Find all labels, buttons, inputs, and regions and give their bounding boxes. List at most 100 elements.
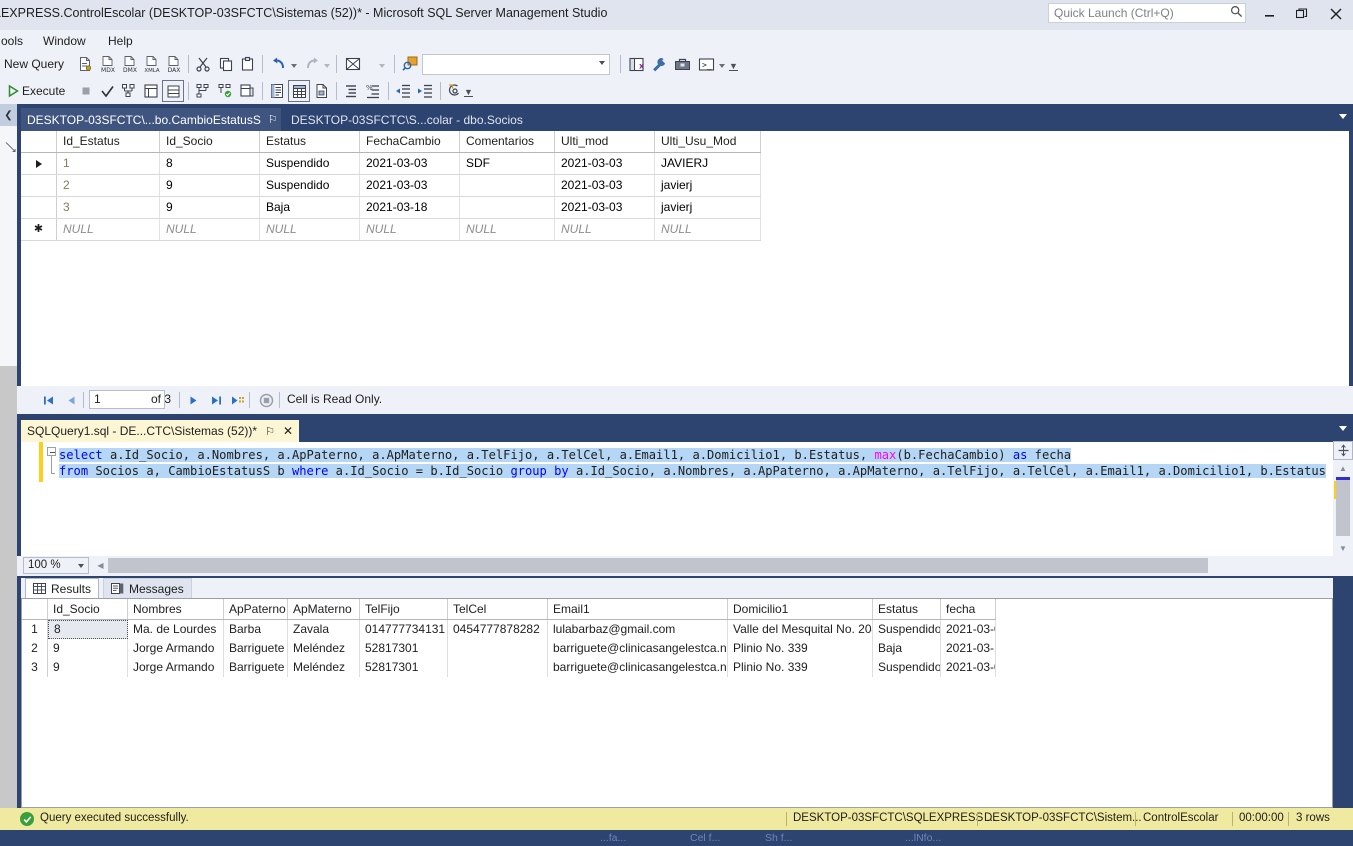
- results-cell-id-socio[interactable]: 8: [48, 620, 128, 639]
- pin-icon[interactable]: ⚐: [265, 425, 275, 438]
- column-header-ulti-mod[interactable]: Ulti_mod: [555, 131, 655, 152]
- chevron-down-icon[interactable]: [1339, 114, 1347, 119]
- results-cell-apmaterno[interactable]: Meléndez: [288, 658, 360, 677]
- editor-vertical-scrollbar[interactable]: ▲ ▼: [1333, 460, 1353, 556]
- previous-record-button[interactable]: [62, 391, 80, 409]
- results-cell-fecha[interactable]: 2021-03-18: [941, 639, 996, 658]
- cell-estatus[interactable]: NULL: [260, 219, 360, 240]
- results-column-telfijo[interactable]: TelFijo: [360, 599, 448, 619]
- results-row-number[interactable]: 1: [22, 620, 48, 639]
- results-column-telcel[interactable]: TelCel: [448, 599, 548, 619]
- sql-code-line-2[interactable]: from Socios a, CambioEstatusS b where a.…: [59, 463, 1326, 479]
- cell-comentarios[interactable]: [460, 175, 555, 196]
- results-to-text-icon[interactable]: [266, 80, 288, 102]
- cell-ulti-mod[interactable]: 2021-03-03: [555, 153, 655, 174]
- paste-icon[interactable]: [237, 53, 259, 75]
- cell-comentarios[interactable]: SDF: [460, 153, 555, 174]
- results-row[interactable]: 3 9 Jorge Armando Barriguete Meléndez 52…: [22, 658, 996, 677]
- undo-dropdown-arrow[interactable]: [291, 64, 297, 68]
- show-diagram-icon[interactable]: [342, 53, 364, 75]
- command-dropdown-arrow[interactable]: [719, 64, 725, 68]
- increase-indent-icon[interactable]: [414, 80, 436, 102]
- cell-ulti-usu-mod[interactable]: JAVIERJ: [655, 153, 761, 174]
- query-results-grid[interactable]: Id_Socio Nombres ApPaterno ApMaterno Tel…: [21, 598, 1333, 808]
- results-column-appaterno[interactable]: ApPaterno: [224, 599, 288, 619]
- results-row-number[interactable]: 3: [22, 658, 48, 677]
- results-to-grid-icon[interactable]: [288, 80, 310, 102]
- table-row[interactable]: 2 9 Suspendido 2021-03-03 2021-03-03 jav…: [21, 175, 761, 197]
- cell-id-socio[interactable]: 9: [160, 197, 260, 218]
- comment-icon[interactable]: [340, 80, 362, 102]
- results-column-id-socio[interactable]: Id_Socio: [48, 599, 128, 619]
- new-record-button[interactable]: [228, 391, 246, 409]
- cell-id-estatus[interactable]: 1: [57, 153, 160, 174]
- execute-button[interactable]: Execute: [22, 83, 65, 99]
- tab-results[interactable]: Results: [25, 578, 100, 598]
- sql-query-editor[interactable]: select a.Id_Socio, a.Nombres, a.ApPatern…: [21, 442, 1333, 556]
- editor-horizontal-scrollbar[interactable]: ◀: [93, 557, 1350, 574]
- results-cell-domicilio1[interactable]: Plinio No. 339: [728, 639, 873, 658]
- results-cell-nombres[interactable]: Jorge Armando: [128, 639, 224, 658]
- tab-sqlquery1[interactable]: SQLQuery1.sql - DE...CTC\Sistemas (52))*…: [21, 420, 299, 442]
- cell-estatus[interactable]: Suspendido: [260, 175, 360, 196]
- results-cell-telfijo[interactable]: 52817301: [360, 658, 448, 677]
- column-header-ulti-usu-mod[interactable]: Ulti_Usu_Mod: [655, 131, 761, 152]
- cell-estatus[interactable]: Suspendido: [260, 153, 360, 174]
- results-cell-telcel[interactable]: [448, 658, 548, 677]
- results-column-domicilio1[interactable]: Domicilio1: [728, 599, 873, 619]
- results-cell-estatus[interactable]: Baja: [873, 639, 941, 658]
- results-cell-estatus[interactable]: Suspendido: [873, 658, 941, 677]
- results-column-email1[interactable]: Email1: [548, 599, 728, 619]
- results-cell-estatus[interactable]: Suspendido: [873, 620, 941, 639]
- cell-comentarios[interactable]: [460, 197, 555, 218]
- parse-check-icon[interactable]: [96, 80, 118, 102]
- results-column-estatus[interactable]: Estatus: [873, 599, 941, 619]
- cell-ulti-usu-mod[interactable]: javierj: [655, 197, 761, 218]
- menu-window[interactable]: Window: [38, 33, 91, 50]
- command-prompt-icon[interactable]: >_: [695, 53, 717, 75]
- include-client-statistics-icon[interactable]: [192, 80, 214, 102]
- cell-ulti-usu-mod[interactable]: javierj: [655, 175, 761, 196]
- database-combo[interactable]: [422, 54, 610, 75]
- scroll-up-icon[interactable]: ▲: [1333, 460, 1353, 476]
- tab-socios[interactable]: DESKTOP-03SFCTC\S...colar - dbo.Socios: [285, 108, 529, 131]
- results-column-nombres[interactable]: Nombres: [128, 599, 224, 619]
- toolbar-overflow-icon[interactable]: ▼: [464, 87, 473, 97]
- table-row[interactable]: 3 9 Baja 2021-03-18 2021-03-03 javierj: [21, 197, 761, 219]
- results-cell-appaterno[interactable]: Barba: [224, 620, 288, 639]
- tab-messages[interactable]: Messages: [103, 578, 192, 598]
- results-cell-nombres[interactable]: Jorge Armando: [128, 658, 224, 677]
- zoom-level-combo[interactable]: 100 %: [23, 557, 89, 574]
- column-header-id-estatus[interactable]: Id_Estatus: [57, 131, 160, 152]
- find-icon[interactable]: [400, 53, 422, 75]
- object-explorer-collapsed-stub[interactable]: ❮ ⟶: [0, 104, 19, 808]
- close-button[interactable]: [1322, 2, 1350, 26]
- cell-id-estatus[interactable]: 3: [57, 197, 160, 218]
- last-record-button[interactable]: [207, 391, 225, 409]
- next-record-button[interactable]: [184, 391, 202, 409]
- scroll-down-icon[interactable]: ▼: [1333, 540, 1353, 556]
- new-dmx-query-icon[interactable]: DMX: [119, 53, 141, 75]
- cell-id-estatus[interactable]: 2: [57, 175, 160, 196]
- maximize-button[interactable]: [1288, 2, 1316, 26]
- display-estimated-plan-icon[interactable]: [118, 80, 140, 102]
- results-cell-apmaterno[interactable]: Meléndez: [288, 639, 360, 658]
- close-icon[interactable]: ✕: [283, 424, 293, 438]
- toolbar-overflow-icon[interactable]: ▼: [729, 61, 738, 71]
- results-cell-telcel[interactable]: [448, 639, 548, 658]
- results-cell-telfijo[interactable]: 52817301: [360, 639, 448, 658]
- scroll-left-icon[interactable]: ◀: [93, 557, 108, 574]
- results-row-number[interactable]: 2: [22, 639, 48, 658]
- cell-id-socio[interactable]: 9: [160, 175, 260, 196]
- results-cell-appaterno[interactable]: Barriguete: [224, 658, 288, 677]
- menu-tools[interactable]: ools: [0, 33, 28, 50]
- split-editor-button[interactable]: [1333, 441, 1353, 460]
- table-row[interactable]: 1 8 Suspendido 2021-03-03 SDF 2021-03-03…: [21, 153, 761, 175]
- column-header-fecha-cambio[interactable]: FechaCambio: [360, 131, 460, 152]
- cell-id-socio[interactable]: NULL: [160, 219, 260, 240]
- results-cell-domicilio1[interactable]: Plinio No. 339: [728, 658, 873, 677]
- sql-code-line-1[interactable]: select a.Id_Socio, a.Nombres, a.ApPatern…: [59, 447, 1072, 463]
- new-query-button[interactable]: New Query: [4, 56, 64, 72]
- cell-fecha-cambio[interactable]: 2021-03-03: [360, 175, 460, 196]
- selection-margin[interactable]: [21, 442, 35, 556]
